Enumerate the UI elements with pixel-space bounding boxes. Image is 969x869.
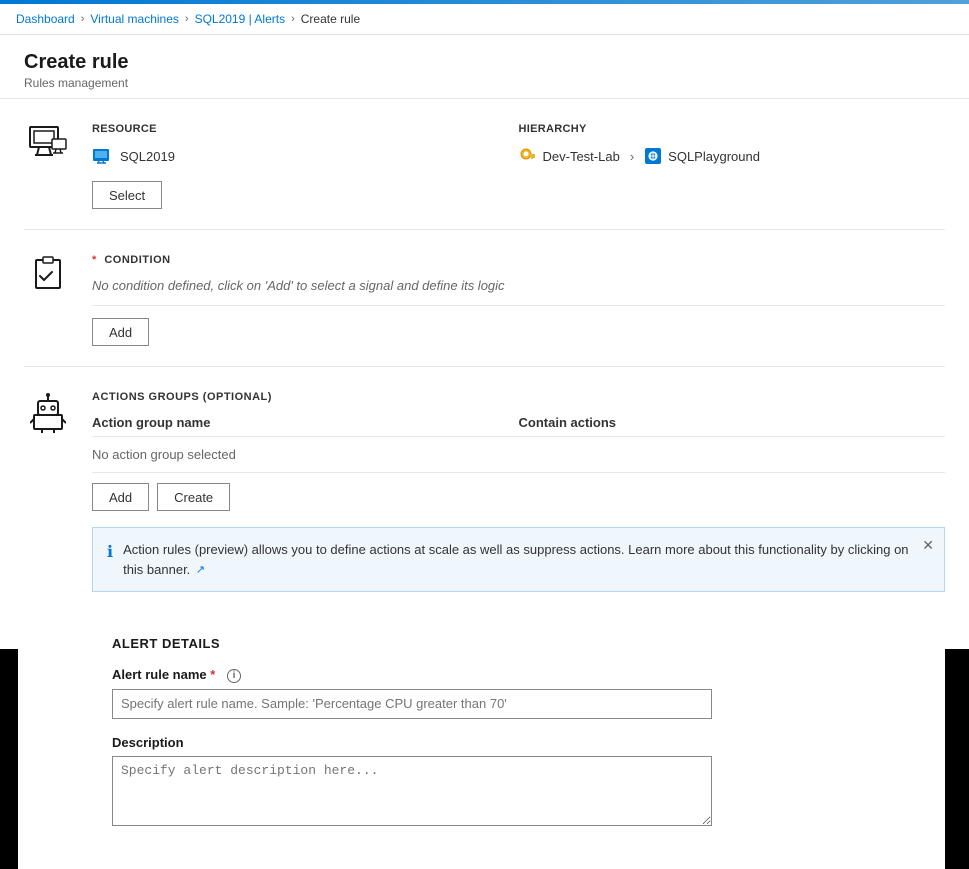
action-col-name-header: Action group name [92, 415, 519, 430]
alert-details-section: ALERT DETAILS Alert rule name * i Descri… [24, 612, 945, 869]
select-button[interactable]: Select [92, 181, 162, 209]
rule-name-info-icon[interactable]: i [227, 669, 241, 683]
resource-icon [24, 123, 72, 159]
hierarchy-parent-name: Dev-Test-Lab [543, 149, 620, 164]
page-subtitle: Rules management [24, 76, 945, 90]
resource-value: SQL2019 [92, 148, 519, 164]
rule-name-label: Alert rule name * i [112, 667, 945, 683]
banner-text: Action rules (preview) allows you to def… [123, 540, 930, 579]
clipboard-icon [30, 256, 66, 292]
condition-body: * CONDITION No condition defined, click … [92, 254, 945, 346]
resource-row: SQL2019 Dev-Test-Lab [92, 143, 945, 169]
actions-label: ACTIONS GROUPS (optional) [92, 391, 945, 403]
actions-no-group: No action group selected [92, 443, 945, 466]
vm-icon [92, 148, 112, 164]
rule-name-required: * [210, 667, 215, 682]
condition-add-button[interactable]: Add [92, 318, 149, 346]
actions-buttons: Add Create [92, 483, 945, 511]
actions-table-header: Action group name Contain actions [92, 415, 945, 436]
description-label: Description [112, 735, 945, 750]
actions-create-button[interactable]: Create [157, 483, 230, 511]
actions-body: ACTIONS GROUPS (optional) Action group n… [92, 391, 945, 592]
actions-table-divider [92, 436, 945, 437]
rule-name-input[interactable] [112, 689, 712, 719]
resource-col-header: RESOURCE [92, 123, 519, 135]
breadcrumb-current: Create rule [301, 12, 360, 26]
hierarchy-col-header: HIERARCHY [519, 123, 946, 135]
page-header: Create rule Rules management [0, 35, 969, 99]
breadcrumb-sep-1: › [81, 13, 85, 25]
banner-close-button[interactable]: ✕ [922, 538, 934, 552]
resource-section: RESOURCE HIERARCHY [24, 99, 945, 230]
actions-icon [24, 391, 72, 433]
resource-table-header: RESOURCE HIERARCHY [92, 123, 945, 143]
condition-icon [24, 254, 72, 292]
hierarchy-child-icon [644, 147, 662, 165]
computer-icon [28, 125, 68, 159]
main-content: RESOURCE HIERARCHY [0, 99, 969, 869]
breadcrumb-dashboard[interactable]: Dashboard [16, 12, 75, 26]
robot-icon [30, 393, 66, 433]
resource-body: RESOURCE HIERARCHY [92, 123, 945, 209]
breadcrumb-sep-2: › [185, 13, 189, 25]
condition-required-star: * [92, 254, 97, 266]
hierarchy-child-name: SQLPlayground [668, 149, 760, 164]
alert-details-title: ALERT DETAILS [112, 636, 945, 651]
hierarchy-parent-icon [519, 147, 537, 165]
breadcrumb-alerts[interactable]: SQL2019 | Alerts [195, 12, 286, 26]
actions-section: ACTIONS GROUPS (optional) Action group n… [24, 367, 945, 612]
breadcrumb-sep-3: › [291, 13, 295, 25]
info-icon: ℹ [107, 541, 113, 565]
actions-add-button[interactable]: Add [92, 483, 149, 511]
resource-actions: Select [92, 181, 945, 209]
condition-hint: No condition defined, click on 'Add' to … [92, 278, 945, 293]
breadcrumb-vms[interactable]: Virtual machines [90, 12, 179, 26]
alert-details-body: ALERT DETAILS Alert rule name * i Descri… [112, 636, 945, 845]
hierarchy-value: Dev-Test-Lab › SQLPlayground [519, 147, 946, 165]
breadcrumb: Dashboard › Virtual machines › SQL2019 |… [0, 4, 969, 35]
actions-table-divider-bottom [92, 472, 945, 473]
rule-name-field-group: Alert rule name * i [112, 667, 945, 719]
action-col-contains-header: Contain actions [519, 415, 946, 430]
actions-info-banner: ℹ Action rules (preview) allows you to d… [92, 527, 945, 592]
description-input[interactable] [112, 756, 712, 826]
hierarchy-arrow: › [630, 149, 634, 164]
condition-divider [92, 305, 945, 306]
resource-name: SQL2019 [120, 149, 175, 164]
condition-label: * CONDITION [92, 254, 945, 266]
condition-section: * CONDITION No condition defined, click … [24, 230, 945, 367]
page-title: Create rule [24, 51, 945, 74]
banner-external-link[interactable]: ↗ [196, 564, 205, 576]
description-field-group: Description [112, 735, 945, 829]
